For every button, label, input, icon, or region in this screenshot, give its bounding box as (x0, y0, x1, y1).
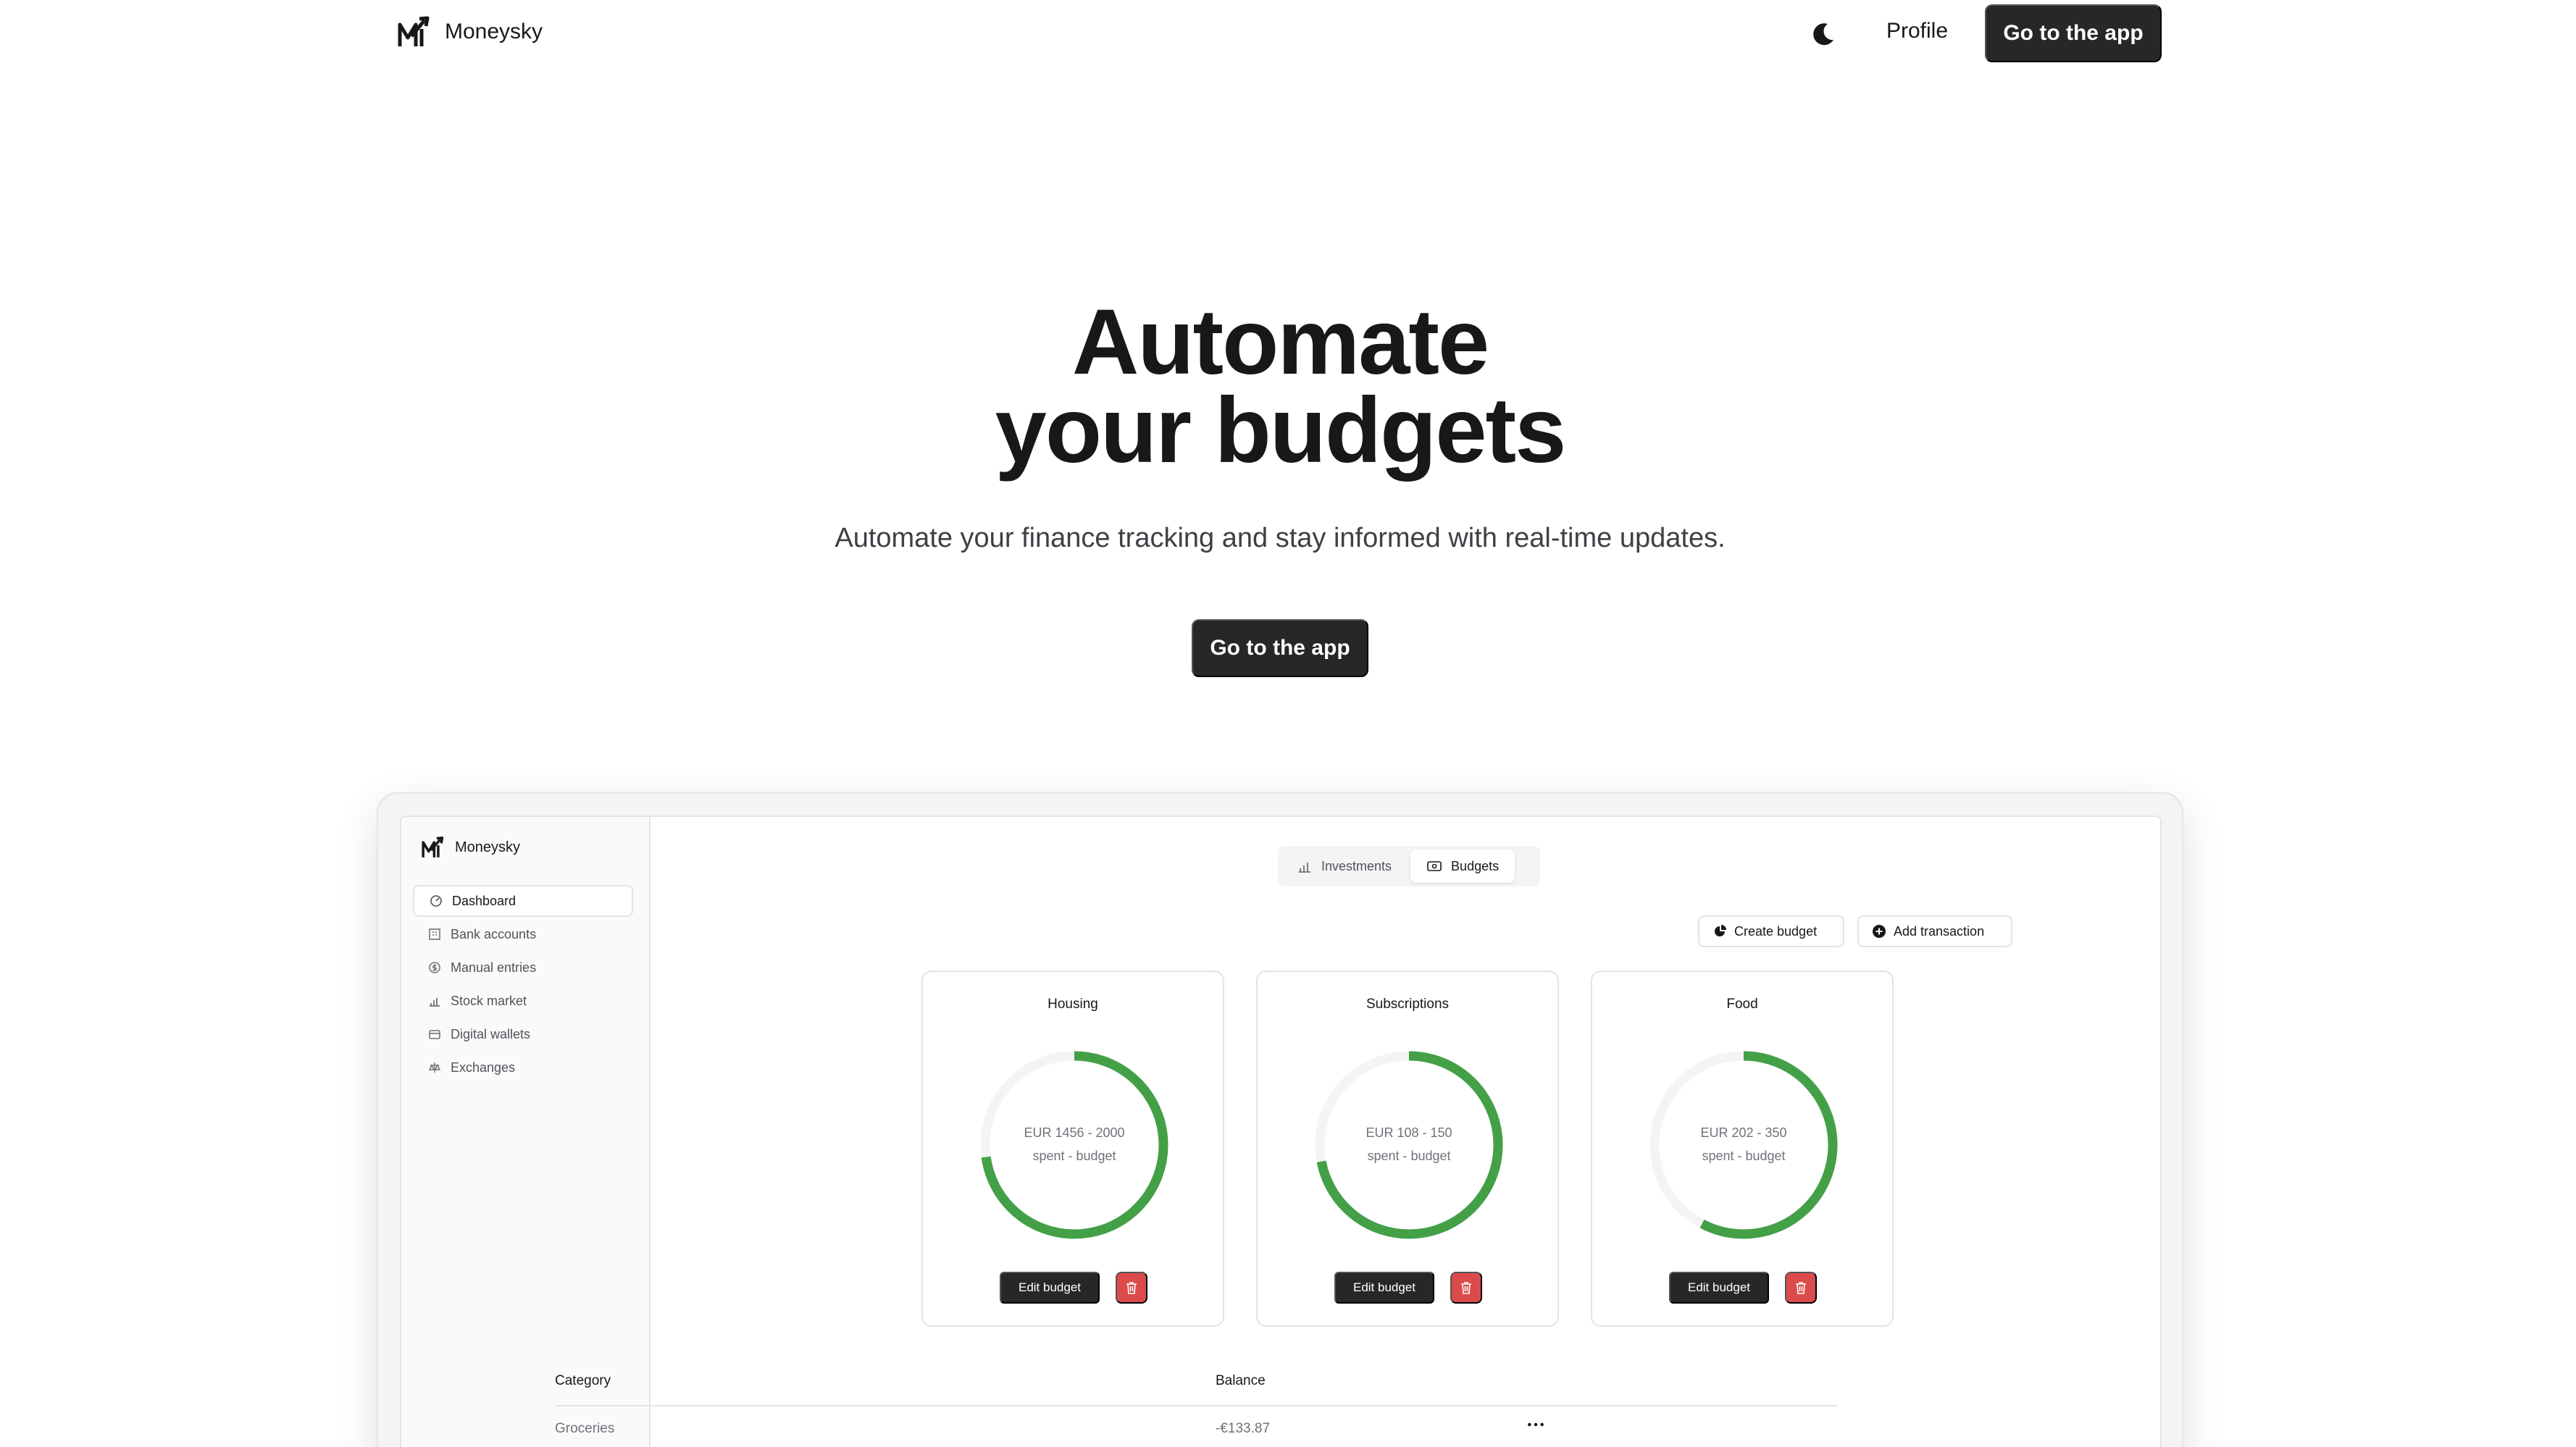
app-brand-name: Moneysky (455, 839, 521, 855)
edit-budget-button[interactable]: Edit budget (1000, 1272, 1100, 1304)
app-sidebar: Moneysky Dashboard Bank accounts Manual … (401, 817, 651, 1447)
hero-title-line-1: Automate (1071, 290, 1489, 394)
theme-toggle-button[interactable] (1808, 19, 1839, 49)
budget-card-housing: Housing EUR 1456 - 2000 spent - budget E… (921, 970, 1224, 1327)
tab-label: Investments (1321, 858, 1392, 873)
app-preview-frame: Moneysky Dashboard Bank accounts Manual … (377, 792, 2183, 1447)
moneysky-logo-icon (422, 836, 444, 857)
budget-summary: EUR 108 - 150 spent - budget (1311, 1121, 1507, 1167)
sidebar-item-exchanges[interactable]: Exchanges (413, 1052, 633, 1083)
sidebar-item-label: Exchanges (451, 1060, 516, 1075)
add-transaction-button[interactable]: Add transaction (1857, 915, 2012, 947)
bar-chart-icon (430, 998, 440, 1007)
tab-investments[interactable]: Investments (1281, 850, 1408, 883)
budget-caption: spent - budget (1367, 1149, 1451, 1163)
view-tabs: Investments Budgets (1278, 846, 1540, 886)
edit-budget-button[interactable]: Edit budget (1669, 1272, 1769, 1304)
budget-caption: spent - budget (1702, 1149, 1786, 1163)
tab-budgets[interactable]: Budgets (1410, 850, 1515, 883)
budget-title: Housing (1047, 997, 1098, 1012)
hero-subtitle: Automate your finance tracking and stay … (835, 523, 1726, 553)
row-actions-button[interactable] (1523, 1414, 1549, 1435)
trash-icon (1126, 1282, 1137, 1294)
sidebar-item-label: Bank accounts (451, 926, 537, 941)
more-horizontal-icon (1528, 1422, 1544, 1427)
dollar-circle-icon (429, 962, 440, 973)
budget-amounts: EUR 108 - 150 (1366, 1125, 1452, 1140)
delete-budget-button[interactable] (1450, 1272, 1482, 1304)
plus-circle-icon (1873, 925, 1886, 938)
wallet-icon (429, 1030, 440, 1039)
budget-title: Food (1726, 997, 1758, 1012)
nav-go-to-app-button[interactable]: Go to the app (1985, 4, 2162, 62)
sidebar-item-label: Dashboard (452, 893, 517, 908)
app-preview-screen: Moneysky Dashboard Bank accounts Manual … (400, 815, 2162, 1447)
sidebar-item-label: Manual entries (451, 960, 537, 975)
budget-card-subscriptions: Subscriptions EUR 108 - 150 spent - budg… (1256, 970, 1559, 1327)
edit-budget-button[interactable]: Edit budget (1334, 1272, 1434, 1304)
sidebar-item-dashboard[interactable]: Dashboard (413, 885, 633, 917)
hero-title: Automate your budgets (0, 290, 2560, 482)
column-header-category: Category (555, 1373, 611, 1388)
create-budget-label: Create budget (1734, 923, 1818, 939)
budget-card-food: Food EUR 202 - 350 spent - budget Edit b… (1591, 970, 1894, 1327)
top-nav: Moneysky Profile Go to the app (0, 0, 2576, 67)
budget-title: Subscriptions (1366, 997, 1450, 1012)
sidebar-item-label: Stock market (451, 993, 527, 1008)
sidebar-item-bank-accounts[interactable]: Bank accounts (413, 918, 633, 950)
budget-summary: EUR 202 - 350 spent - budget (1646, 1121, 1841, 1167)
dashboard-icon (430, 895, 442, 907)
app-brand[interactable]: Moneysky (420, 834, 520, 860)
delete-budget-button[interactable] (1116, 1272, 1147, 1304)
sidebar-item-digital-wallets[interactable]: Digital wallets (413, 1018, 633, 1050)
budget-amounts: EUR 202 - 350 (1700, 1125, 1787, 1140)
bank-icon (429, 928, 440, 940)
profile-link[interactable]: Profile (1886, 19, 1948, 43)
moon-icon (1813, 23, 1833, 46)
tab-label: Budgets (1451, 858, 1500, 873)
table-row[interactable]: Groceries -€133.87 (555, 1411, 1837, 1447)
moneysky-logo-icon (398, 16, 430, 46)
sidebar-item-label: Digital wallets (451, 1026, 531, 1041)
budget-summary: EUR 1456 - 2000 spent - budget (977, 1121, 1172, 1167)
trash-icon (1796, 1282, 1806, 1294)
add-transaction-label: Add transaction (1894, 923, 1985, 939)
delete-budget-button[interactable] (1785, 1272, 1817, 1304)
exchange-icon (428, 1062, 441, 1073)
pie-chart-icon (1715, 925, 1726, 936)
create-budget-button[interactable]: Create budget (1698, 915, 1844, 947)
row-balance: -€133.87 (1216, 1421, 1271, 1436)
column-header-balance: Balance (1216, 1373, 1266, 1388)
sidebar-item-stock-market[interactable]: Stock market (413, 985, 633, 1017)
budget-caption: spent - budget (1032, 1149, 1116, 1163)
trash-icon (1461, 1282, 1471, 1294)
hero-title-line-2: your budgets (995, 379, 1567, 482)
banknote-icon (1427, 861, 1442, 871)
row-category: Groceries (555, 1421, 615, 1436)
hero-go-to-app-button[interactable]: Go to the app (1192, 619, 1368, 677)
transactions-table-header: Category Balance (555, 1363, 1837, 1406)
budget-amounts: EUR 1456 - 2000 (1024, 1125, 1125, 1140)
sidebar-nav: Dashboard Bank accounts Manual entries S… (413, 885, 633, 1085)
brand-link[interactable]: Moneysky (396, 13, 543, 51)
sidebar-item-manual-entries[interactable]: Manual entries (413, 952, 633, 983)
brand-name: Moneysky (445, 20, 543, 43)
bar-chart-icon (1299, 863, 1310, 873)
